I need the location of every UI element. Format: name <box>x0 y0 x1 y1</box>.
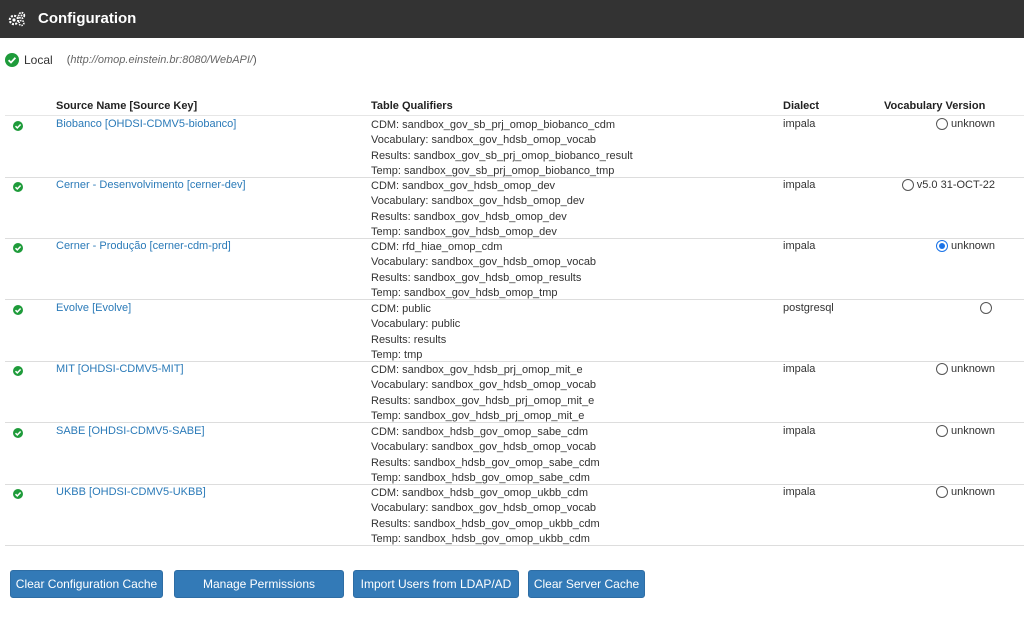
vocabulary-radio[interactable] <box>935 486 948 498</box>
dialect-value: impala <box>783 240 816 252</box>
table-qualifiers: CDM: sandbox_gov_sb_prj_omop_biobanco_cd… <box>371 118 633 179</box>
source-link[interactable]: SABE [OHDSI-CDMV5-SABE] <box>56 425 205 437</box>
qualifier-cdm: CDM: public <box>371 303 431 315</box>
qualifier-cdm: CDM: sandbox_hdsb_gov_omop_sabe_cdm <box>371 426 589 438</box>
qualifier-vocabulary: Vocabulary: sandbox_gov_hdsb_omop_vocab <box>371 134 597 147</box>
dialect-value: impala <box>783 363 816 375</box>
source-link[interactable]: Biobanco [OHDSI-CDMV5-biobanco] <box>56 118 236 130</box>
dialect-value: impala <box>783 425 816 437</box>
qualifier-vocabulary: Vocabulary: sandbox_gov_hdsb_omop_vocab <box>371 256 597 269</box>
vocabulary-radio[interactable] <box>935 118 948 130</box>
check-circle-icon <box>13 366 23 376</box>
table-row: Biobanco [OHDSI-CDMV5-biobanco] CDM: sand… <box>5 116 1024 178</box>
vocabulary-version <box>980 302 995 314</box>
table-qualifiers: CDM: sandbox_hdsb_gov_omop_sabe_cdm Vocab… <box>371 425 600 486</box>
vocabulary-radio[interactable] <box>935 425 948 437</box>
vocabulary-version-label: unknown <box>950 118 995 130</box>
check-circle-icon <box>13 121 23 131</box>
qualifier-results: Results: sandbox_hdsb_gov_omop_ukbb_cdm <box>371 517 600 530</box>
table-row: Cerner - Produção [cerner-cdm-prd] CDM: r… <box>5 238 1024 300</box>
qualifier-temp: Temp: sandbox_gov_hdsb_omop_tmp <box>371 286 558 299</box>
check-circle-icon <box>13 182 23 192</box>
qualifier-temp: Temp: sandbox_gov_hdsb_prj_omop_mit_e <box>371 409 585 422</box>
vocabulary-version: unknown <box>935 425 995 437</box>
table-row: UKBB [OHDSI-CDMV5-UKBB] CDM: sandbox_hdsb… <box>5 484 1024 546</box>
qualifier-temp: Temp: sandbox_hdsb_gov_omop_ukbb_cdm <box>371 532 590 545</box>
column-header-vocab: Vocabulary Version <box>884 100 986 112</box>
local-label: Local <box>24 53 53 67</box>
local-source-status: Local (http://omop.einstein.br:8080/WebA… <box>5 52 257 68</box>
source-link[interactable]: MIT [OHDSI-CDMV5-MIT] <box>56 363 184 375</box>
gears-icon <box>8 11 26 27</box>
source-link[interactable]: Cerner - Desenvolvimento [cerner-dev] <box>56 179 246 191</box>
vocabulary-radio[interactable] <box>901 179 914 191</box>
check-circle-icon <box>13 305 23 315</box>
qualifier-results: Results: sandbox_gov_hdsb_omop_dev <box>371 210 567 223</box>
check-circle-icon <box>13 243 23 253</box>
dialect-value: impala <box>783 486 816 498</box>
source-link[interactable]: Cerner - Produção [cerner-cdm-prd] <box>56 240 231 252</box>
dialect-value: postgresql <box>783 302 834 314</box>
vocabulary-version-label: v5.0 31-OCT-22 <box>916 179 995 191</box>
column-header-source: Source Name [Source Key] <box>56 100 198 112</box>
table-qualifiers: CDM: sandbox_gov_hdsb_omop_dev Vocabulary… <box>371 179 584 240</box>
qualifier-cdm: CDM: sandbox_hdsb_gov_omop_ukbb_cdm <box>371 487 589 499</box>
qualifier-cdm: CDM: rfd_hiae_omop_cdm <box>371 241 503 253</box>
qualifier-cdm: CDM: sandbox_gov_hdsb_omop_dev <box>371 180 556 192</box>
check-circle-icon <box>5 53 19 67</box>
manage-permissions-button[interactable]: Manage Permissions <box>174 570 344 598</box>
qualifier-vocabulary: Vocabulary: sandbox_gov_hdsb_omop_vocab <box>371 441 597 454</box>
local-url: (http://omop.einstein.br:8080/WebAPI/) <box>66 54 257 66</box>
table-row: MIT [OHDSI-CDMV5-MIT] CDM: sandbox_gov_hd… <box>5 361 1024 423</box>
qualifier-cdm: CDM: sandbox_gov_sb_prj_omop_biobanco_cd… <box>371 119 615 131</box>
table-qualifiers: CDM: public Vocabulary: public Results: re… <box>371 302 460 363</box>
qualifier-results: Results: sandbox_gov_hdsb_prj_omop_mit_e <box>371 394 595 407</box>
table-row: Cerner - Desenvolvimento [cerner-dev] CDM… <box>5 177 1024 239</box>
table-qualifiers: CDM: sandbox_gov_hdsb_prj_omop_mit_e Voca… <box>371 363 596 424</box>
vocabulary-version-label: unknown <box>950 240 995 252</box>
qualifier-vocabulary: Vocabulary: public <box>371 318 461 331</box>
table-row: SABE [OHDSI-CDMV5-SABE] CDM: sandbox_hdsb… <box>5 423 1024 485</box>
qualifier-cdm: CDM: sandbox_gov_hdsb_prj_omop_mit_e <box>371 364 583 376</box>
vocabulary-version: unknown <box>935 118 995 130</box>
source-link[interactable]: Evolve [Evolve] <box>56 302 131 314</box>
import-ldap-button[interactable]: Import Users from LDAP/AD <box>353 570 519 598</box>
table-row: Evolve [Evolve] CDM: public Vocabulary: pu… <box>5 300 1024 362</box>
dialect-value: impala <box>783 118 816 130</box>
app-header: Configuration <box>0 0 1024 38</box>
vocabulary-version: unknown <box>935 240 995 252</box>
qualifier-results: Results: results <box>371 333 447 346</box>
vocabulary-version: v5.0 31-OCT-22 <box>901 179 995 191</box>
qualifier-results: Results: sandbox_gov_hdsb_omop_results <box>371 271 582 284</box>
vocabulary-radio[interactable] <box>935 363 948 375</box>
table-qualifiers: CDM: rfd_hiae_omop_cdm Vocabulary: sandbo… <box>371 240 596 301</box>
check-circle-icon <box>13 489 23 499</box>
qualifier-vocabulary: Vocabulary: sandbox_gov_hdsb_omop_vocab <box>371 502 597 515</box>
qualifier-results: Results: sandbox_gov_sb_prj_omop_biobanc… <box>371 149 633 162</box>
page-title: Configuration <box>38 10 137 27</box>
vocabulary-version-label: unknown <box>950 363 995 375</box>
qualifier-results: Results: sandbox_hdsb_gov_omop_sabe_cdm <box>371 456 600 469</box>
dialect-value: impala <box>783 179 816 191</box>
vocabulary-radio[interactable] <box>980 302 992 314</box>
vocabulary-version: unknown <box>935 486 995 498</box>
column-header-qualifiers: Table Qualifiers <box>371 100 453 112</box>
check-circle-icon <box>13 428 23 438</box>
clear-server-cache-button[interactable]: Clear Server Cache <box>528 570 645 598</box>
source-link[interactable]: UKBB [OHDSI-CDMV5-UKBB] <box>56 486 206 498</box>
vocabulary-radio[interactable] <box>935 240 948 252</box>
vocabulary-version: unknown <box>935 363 995 375</box>
table-qualifiers: CDM: sandbox_hdsb_gov_omop_ukbb_cdm Vocab… <box>371 486 600 547</box>
column-header-dialect: Dialect <box>783 100 820 112</box>
clear-configuration-cache-button[interactable]: Clear Configuration Cache <box>10 570 163 598</box>
qualifier-vocabulary: Vocabulary: sandbox_gov_hdsb_omop_vocab <box>371 379 597 392</box>
qualifier-vocabulary: Vocabulary: sandbox_gov_hdsb_omop_dev <box>371 195 585 208</box>
vocabulary-version-label: unknown <box>950 425 995 437</box>
vocabulary-version-label: unknown <box>950 486 995 498</box>
